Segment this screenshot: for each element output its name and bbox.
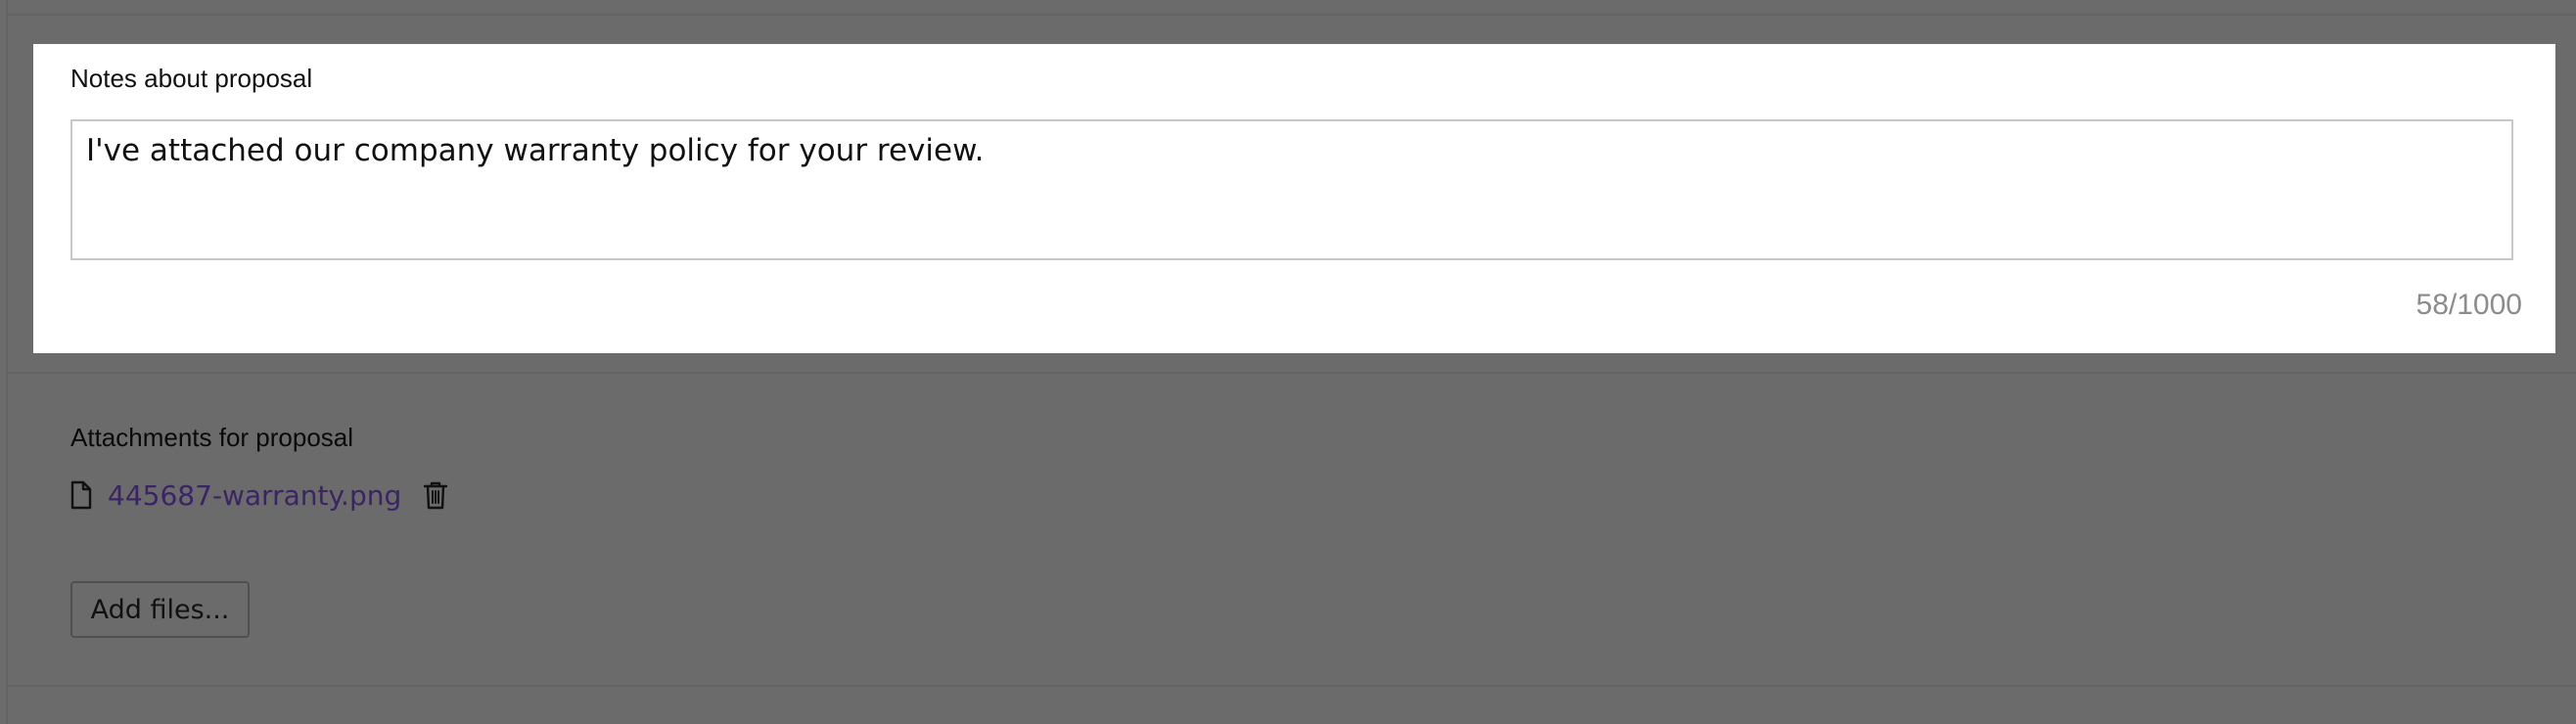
add-files-button[interactable]: Add files... xyxy=(70,581,250,638)
attachment-item: 445687-warranty.png xyxy=(70,477,448,513)
attachments-label: Attachments for proposal xyxy=(70,423,354,452)
notes-textarea[interactable]: I've attached our company warranty polic… xyxy=(70,119,2513,260)
section-divider xyxy=(8,14,2576,16)
section-divider xyxy=(8,685,2576,687)
page-edge xyxy=(6,0,8,724)
notes-label: Notes about proposal xyxy=(70,64,313,93)
notes-section: Notes about proposal I've attached our c… xyxy=(33,44,2555,353)
section-divider xyxy=(8,372,2576,374)
character-counter: 58/1000 xyxy=(2415,289,2522,321)
file-icon xyxy=(70,480,92,510)
attachment-link[interactable]: 445687-warranty.png xyxy=(108,479,401,512)
trash-icon[interactable] xyxy=(423,480,448,510)
